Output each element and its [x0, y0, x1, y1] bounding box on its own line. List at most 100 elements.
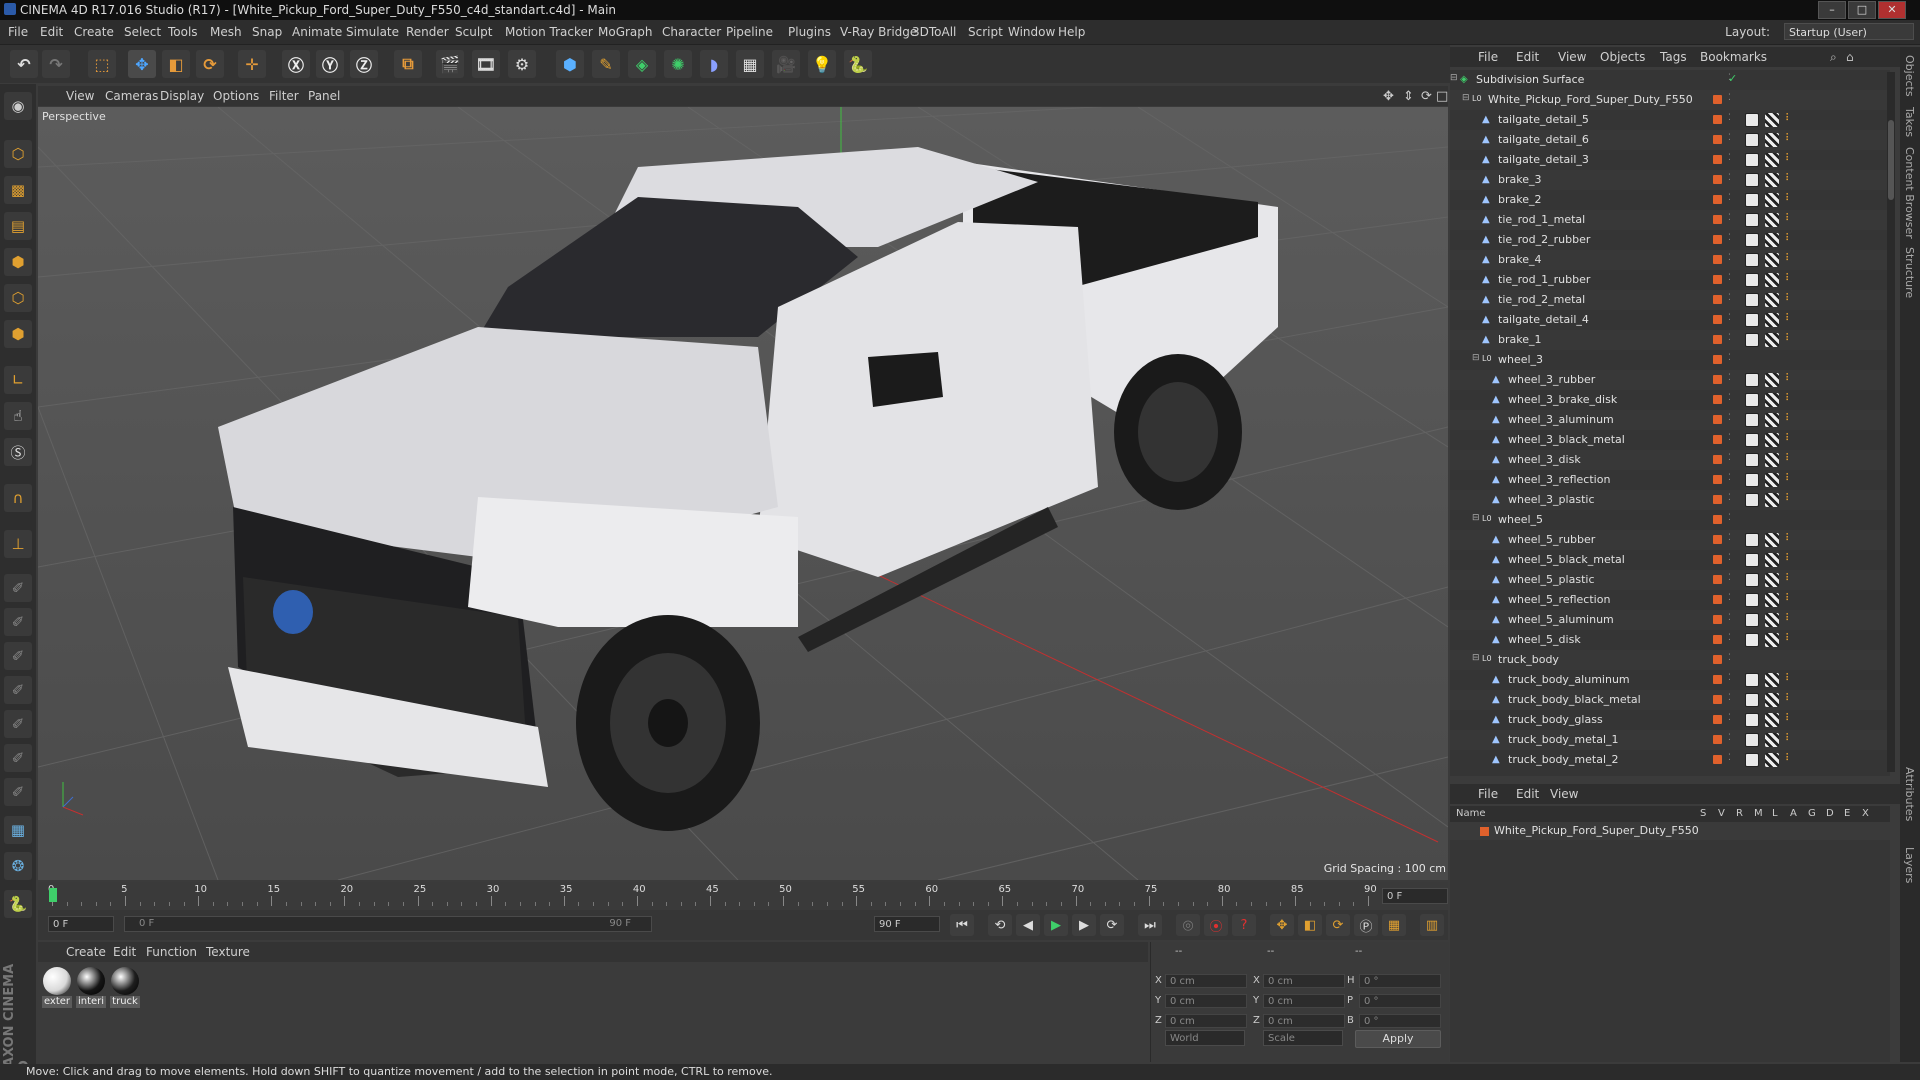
viewport-menu-cameras[interactable]: Cameras [105, 89, 158, 103]
viewport-menu-panel[interactable]: Panel [308, 89, 340, 103]
next-key-icon[interactable]: ⟳ [1100, 914, 1124, 936]
material-tag-icon[interactable] [1765, 313, 1779, 327]
object-name[interactable]: truck_body_black_metal [1508, 693, 1641, 706]
phong-tag-icon[interactable] [1745, 193, 1759, 207]
visibility-dots[interactable]: ⁚ [1728, 753, 1731, 763]
position-field[interactable]: 0 cm [1165, 974, 1247, 988]
deformer-icon[interactable]: ◗ [700, 50, 728, 78]
go-to-end-icon[interactable]: ⏭ [1138, 914, 1162, 936]
viewport[interactable] [38, 107, 1448, 880]
material-tag-icon[interactable] [1765, 753, 1779, 767]
visibility-dots[interactable]: ⁚ [1728, 213, 1731, 223]
layer-row[interactable]: White_Pickup_Ford_Super_Duty_F550 [1450, 822, 1890, 840]
material-tag-icon[interactable] [1765, 553, 1779, 567]
sculpt-brush-icon[interactable]: ✐ [4, 574, 32, 602]
object-menu-objects[interactable]: Objects [1600, 50, 1645, 64]
layer-color-dot[interactable] [1713, 155, 1722, 164]
material-tag-icon[interactable] [1765, 733, 1779, 747]
layer-color-dot[interactable] [1713, 175, 1722, 184]
object-row[interactable]: ▲ truck_body_metal_1 ⁚ ⠇ [1450, 730, 1890, 750]
visibility-dots[interactable]: ⁚ [1728, 613, 1731, 623]
key-rotation-icon[interactable]: ⟳ [1326, 914, 1350, 936]
start-frame-field[interactable]: 0 F [48, 916, 114, 932]
layer-column-r[interactable]: R [1736, 808, 1743, 819]
playhead[interactable] [49, 888, 57, 902]
cloner-icon[interactable]: ✺ [664, 50, 692, 78]
scale-mode-select[interactable]: Scale [1263, 1030, 1343, 1046]
phong-tag-icon[interactable] [1745, 673, 1759, 687]
material-menu-edit[interactable]: Edit [113, 945, 136, 959]
object-name[interactable]: wheel_3_black_metal [1508, 433, 1625, 446]
selection-tag-icon[interactable]: ⠇ [1785, 693, 1795, 707]
timeline-window-icon[interactable]: ▥ [1420, 914, 1444, 936]
object-row[interactable]: ▲ wheel_3_reflection ⁚ ⠇ [1450, 470, 1890, 490]
viewport-menu-display[interactable]: Display [160, 89, 204, 103]
visibility-dots[interactable]: ⁚ [1728, 93, 1731, 103]
object-name[interactable]: tie_rod_1_rubber [1498, 273, 1590, 286]
phong-tag-icon[interactable] [1745, 573, 1759, 587]
object-name[interactable]: tie_rod_2_metal [1498, 293, 1585, 306]
object-row[interactable]: ▲ wheel_5_reflection ⁚ ⠇ [1450, 590, 1890, 610]
object-row[interactable]: ⊟ L0 truck_body ⁚ [1450, 650, 1890, 670]
layer-color-dot[interactable] [1713, 415, 1722, 424]
floor-icon[interactable]: ▦ [736, 50, 764, 78]
magnet-icon[interactable]: ∩ [4, 484, 32, 512]
visibility-dots[interactable]: ⁚ [1728, 373, 1731, 383]
selection-tag-icon[interactable]: ⠇ [1785, 153, 1795, 167]
menu-character[interactable]: Character [662, 25, 721, 39]
menu-v-ray-bridge[interactable]: V-Ray Bridge [840, 25, 917, 39]
material-tag-icon[interactable] [1765, 633, 1779, 647]
z-axis-icon[interactable]: Ⓩ [350, 50, 378, 78]
visibility-dots[interactable]: ⁚ [1728, 273, 1731, 283]
side-tab-objects[interactable]: Objects [1903, 55, 1916, 97]
selection-tag-icon[interactable]: ⠇ [1785, 573, 1795, 587]
visibility-dots[interactable]: ⁚ [1728, 413, 1731, 423]
axis-lock-icon[interactable]: ⊥ [4, 530, 32, 558]
selection-tag-icon[interactable]: ⠇ [1785, 373, 1795, 387]
phong-tag-icon[interactable] [1745, 253, 1759, 267]
material-tag-icon[interactable] [1765, 493, 1779, 507]
object-name[interactable]: wheel_3_brake_disk [1508, 393, 1617, 406]
layer-color-dot[interactable] [1713, 535, 1722, 544]
visibility-dots[interactable]: ⁚ [1728, 173, 1731, 183]
object-name[interactable]: wheel_3_plastic [1508, 493, 1595, 506]
minimize-button[interactable]: – [1818, 1, 1846, 19]
checkerboard-icon[interactable]: ▦ [4, 816, 32, 844]
object-row[interactable]: ▲ wheel_5_black_metal ⁚ ⠇ [1450, 550, 1890, 570]
phong-tag-icon[interactable] [1745, 293, 1759, 307]
key-pla-icon[interactable]: ▦ [1382, 914, 1406, 936]
phong-tag-icon[interactable] [1745, 553, 1759, 567]
selection-tag-icon[interactable]: ⠇ [1785, 673, 1795, 687]
object-menu-edit[interactable]: Edit [1516, 50, 1539, 64]
keyframe-selection-icon[interactable]: ? [1232, 914, 1256, 936]
layer-column-x[interactable]: X [1862, 808, 1869, 819]
object-row[interactable]: ▲ wheel_3_aluminum ⁚ ⠇ [1450, 410, 1890, 430]
object-name[interactable]: tailgate_detail_3 [1498, 153, 1589, 166]
object-name[interactable]: brake_4 [1498, 253, 1542, 266]
visibility-dots[interactable]: ⁚ [1728, 433, 1731, 443]
selection-tag-icon[interactable]: ⠇ [1785, 593, 1795, 607]
viewport-menu-view[interactable]: View [66, 89, 94, 103]
layer-color-dot[interactable] [1713, 635, 1722, 644]
object-name[interactable]: tie_rod_1_metal [1498, 213, 1585, 226]
material-tag-icon[interactable] [1765, 433, 1779, 447]
visibility-dots[interactable]: ⁚ [1728, 153, 1731, 163]
layer-column-e[interactable]: E [1844, 808, 1850, 819]
object-row[interactable]: ▲ wheel_5_rubber ⁚ ⠇ [1450, 530, 1890, 550]
viewport-menu-options[interactable]: Options [213, 89, 259, 103]
record-keys-icon[interactable]: ◎ [1176, 914, 1200, 936]
layer-color-dot[interactable] [1713, 395, 1722, 404]
layer-color-dot[interactable] [1713, 675, 1722, 684]
layer-color-dot[interactable] [1713, 235, 1722, 244]
object-row[interactable]: ▲ tie_rod_1_rubber ⁚ ⠇ [1450, 270, 1890, 290]
close-button[interactable]: ✕ [1878, 1, 1906, 19]
viewport-move-icon[interactable]: ✥ [1383, 89, 1394, 104]
visibility-dots[interactable]: ⁚ [1728, 713, 1731, 723]
layer-color-dot[interactable] [1713, 295, 1722, 304]
edges-mode-icon[interactable]: ⬡ [4, 284, 32, 312]
object-row[interactable]: ▲ tailgate_detail_5 ⁚ ⠇ [1450, 110, 1890, 130]
material-label[interactable]: truck [110, 996, 140, 1008]
material-tag-icon[interactable] [1765, 533, 1779, 547]
layer-color-dot[interactable] [1713, 115, 1722, 124]
sculpt-grab-icon[interactable]: ✐ [4, 744, 32, 772]
